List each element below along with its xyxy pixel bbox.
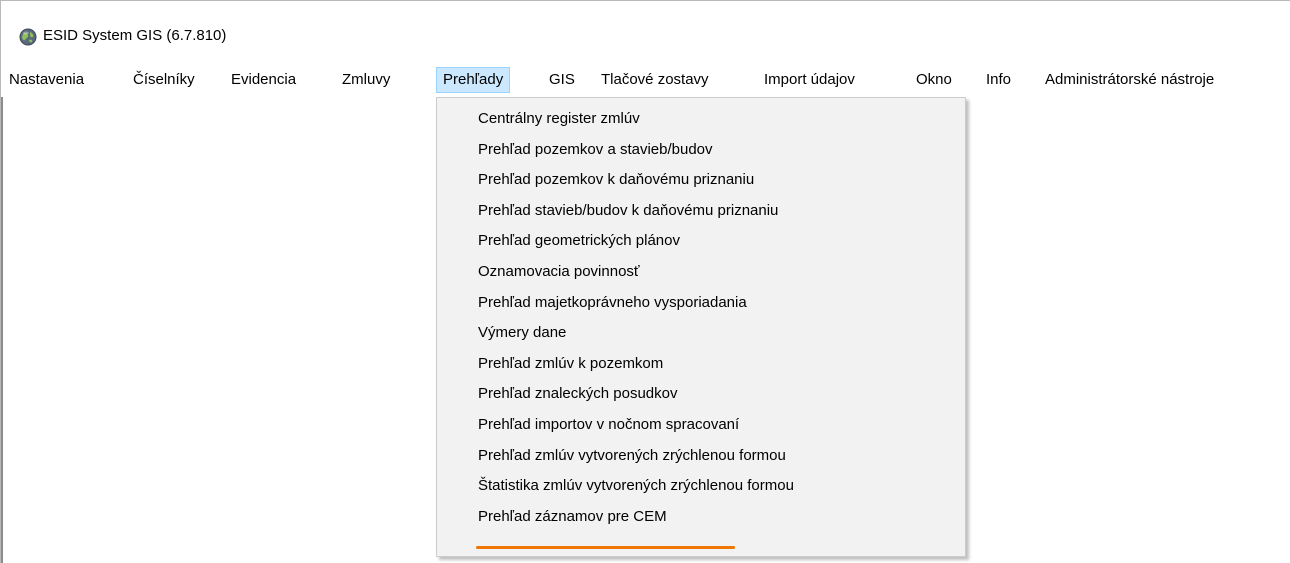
- menu-administratorske-nastroje[interactable]: Administrátorské nástroje: [1039, 67, 1220, 93]
- menu-import-udajov[interactable]: Import údajov: [758, 67, 861, 93]
- menu-info[interactable]: Info: [980, 67, 1017, 93]
- menu-nastavenia[interactable]: Nastavenia: [3, 67, 90, 93]
- menu-item-prehlad-pozemkov-k-danovemu-priznaniu[interactable]: Prehľad pozemkov k daňovému priznaniu: [437, 165, 965, 196]
- menu-bar: Nastavenia Číselníky Evidencia Zmluvy Pr…: [1, 63, 1290, 97]
- menu-zmluvy[interactable]: Zmluvy: [336, 67, 396, 93]
- menu-item-prehlad-geometrickych-planov[interactable]: Prehľad geometrických plánov: [437, 226, 965, 257]
- menu-item-prehlad-zmluv-zrychlenou-formou[interactable]: Prehľad zmlúv vytvorených zrýchlenou for…: [437, 441, 965, 472]
- menu-item-prehlad-stavieb-k-danovemu-priznaniu[interactable]: Prehľad stavieb/budov k daňovému priznan…: [437, 196, 965, 227]
- globe-icon: [19, 28, 37, 46]
- app-window: ESID System GIS (6.7.810) Nastavenia Čís…: [0, 0, 1290, 563]
- dropdown-list: Centrálny register zmlúv Prehľad pozemko…: [437, 104, 965, 532]
- menu-ciselniky[interactable]: Číselníky: [127, 67, 201, 93]
- title-bar: ESID System GIS (6.7.810): [1, 1, 1290, 63]
- menu-item-prehlad-importov[interactable]: Prehľad importov v nočnom spracovaní: [437, 410, 965, 441]
- menu-item-oznamovacia-povinnost[interactable]: Oznamovacia povinnosť: [437, 257, 965, 288]
- highlight-underline: [476, 546, 735, 549]
- menu-item-statistika-zmluv-zrychlenou-formou[interactable]: Štatistika zmlúv vytvorených zrýchlenou …: [437, 471, 965, 502]
- menu-item-prehlad-zmluv-k-pozemkom[interactable]: Prehľad zmlúv k pozemkom: [437, 349, 965, 380]
- menu-item-prehlad-znaleckych-posudkov[interactable]: Prehľad znaleckých posudkov: [437, 379, 965, 410]
- menu-item-centralny-register-zmluv[interactable]: Centrálny register zmlúv: [437, 104, 965, 135]
- menu-okno[interactable]: Okno: [910, 67, 958, 93]
- menu-prehlady[interactable]: Prehľady: [436, 67, 511, 93]
- menu-tlacove-zostavy[interactable]: Tlačové zostavy: [595, 67, 715, 93]
- prehlady-dropdown-menu: Centrálny register zmlúv Prehľad pozemko…: [436, 97, 966, 557]
- window-title: ESID System GIS (6.7.810): [43, 27, 227, 44]
- menu-gis[interactable]: GIS: [543, 67, 581, 93]
- menu-evidencia[interactable]: Evidencia: [225, 67, 302, 93]
- menu-item-prehlad-zaznamov-pre-cem[interactable]: Prehľad záznamov pre CEM: [437, 502, 965, 533]
- menu-item-prehlad-majetkopravneho-vysporiadania[interactable]: Prehľad majetkoprávneho vysporiadania: [437, 288, 965, 319]
- menu-item-vymery-dane[interactable]: Výmery dane: [437, 318, 965, 349]
- menu-item-prehlad-pozemkov-a-stavieb[interactable]: Prehľad pozemkov a stavieb/budov: [437, 135, 965, 166]
